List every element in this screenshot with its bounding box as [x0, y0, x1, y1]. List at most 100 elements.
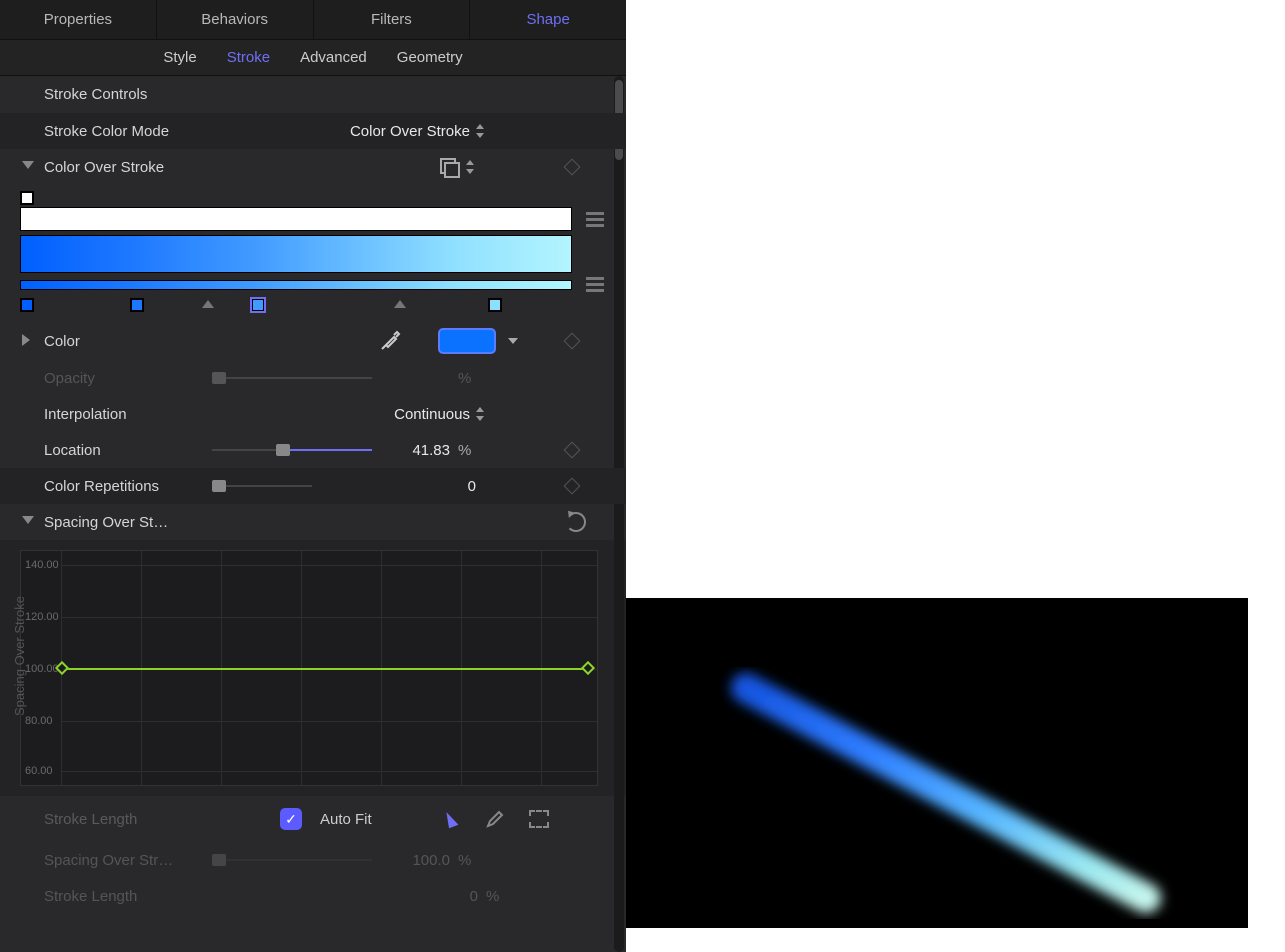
row-color: Color [0, 322, 626, 360]
label-stroke-color-mode: Stroke Color Mode [44, 123, 204, 140]
gradient-editor [0, 185, 626, 322]
color-stop-track[interactable] [20, 296, 570, 314]
color-stop[interactable] [20, 298, 34, 312]
keyframe-button[interactable] [564, 333, 581, 350]
label-spacing-over-str: Spacing Over Str… [44, 852, 204, 869]
pencil-tool[interactable] [482, 806, 508, 832]
label-auto-fit: Auto Fit [320, 811, 372, 828]
label-color-repetitions: Color Repetitions [44, 478, 204, 495]
inspector-content: Stroke Controls Stroke Color Mode Color … [0, 76, 626, 952]
row-spacing-over-stroke: Spacing Over St… [0, 504, 626, 540]
distribute-icon[interactable] [586, 212, 606, 227]
label-stroke-length: Stroke Length [44, 811, 204, 828]
updown-icon [476, 407, 486, 421]
opacity-stop[interactable] [20, 191, 34, 205]
tab-behaviors[interactable]: Behaviors [157, 0, 314, 39]
box-select-tool[interactable] [526, 806, 552, 832]
curve-line[interactable] [61, 668, 589, 670]
dropdown-value: Color Over Stroke [350, 123, 470, 140]
subtab-stroke[interactable]: Stroke [227, 49, 270, 66]
row-color-repetitions: Color Repetitions 0 [0, 468, 626, 504]
y-tick: 120.00 [25, 611, 59, 623]
disclosure-color-over-stroke[interactable] [22, 161, 34, 169]
label-color: Color [44, 333, 204, 350]
slider-color-repetitions[interactable] [212, 478, 312, 494]
row-stroke-color-mode: Stroke Color Mode Color Over Stroke [0, 113, 626, 149]
keyframe-button[interactable] [564, 159, 581, 176]
disclosure-color[interactable] [22, 334, 30, 346]
color-stop[interactable] [130, 298, 144, 312]
dropdown-value: Continuous [394, 406, 470, 423]
keyframe-button[interactable] [564, 442, 581, 459]
slider-spacing [212, 852, 372, 868]
label-color-over-stroke: Color Over Stroke [44, 159, 204, 176]
row-opacity: Opacity % [0, 360, 626, 396]
curve-keyframe[interactable] [581, 661, 595, 675]
shape-subtabs: Style Stroke Advanced Geometry [0, 40, 626, 76]
y-tick: 60.00 [25, 765, 53, 777]
tab-properties[interactable]: Properties [0, 0, 157, 39]
value-stroke-length: 0 [408, 888, 478, 905]
pointer-tool[interactable] [438, 806, 464, 832]
canvas-preview-area [626, 0, 1285, 952]
dropdown-interpolation[interactable]: Continuous [394, 406, 486, 423]
row-location: Location 41.83 % [0, 432, 626, 468]
unit-stroke-length: % [486, 888, 506, 905]
inspector-panel: Properties Behaviors Filters Shape Style… [0, 0, 626, 952]
curve-graph[interactable]: 140.00 120.00 100.00 80.00 60.00 [20, 550, 598, 786]
label-stroke-length: Stroke Length [44, 888, 204, 905]
label-location: Location [44, 442, 204, 459]
stroke-render [676, 658, 1216, 938]
mini-curve-editor[interactable]: 140.00 120.00 100.00 80.00 60.00 [0, 540, 626, 796]
row-interpolation: Interpolation Continuous [0, 396, 626, 432]
slider-thumb[interactable] [212, 480, 226, 492]
row-color-over-stroke: Color Over Stroke [0, 149, 626, 185]
tab-shape[interactable]: Shape [470, 0, 626, 39]
value-color-repetitions[interactable]: 0 [406, 478, 476, 495]
canvas [626, 598, 1248, 928]
color-stop[interactable] [488, 298, 502, 312]
updown-icon[interactable] [466, 160, 476, 174]
distribute-icon[interactable] [586, 277, 606, 292]
slider-location[interactable] [212, 442, 372, 458]
checkbox-auto-fit[interactable]: ✓ [280, 808, 302, 830]
dropdown-stroke-color-mode[interactable]: Color Over Stroke [350, 123, 486, 140]
tab-filters[interactable]: Filters [314, 0, 471, 39]
y-tick: 80.00 [25, 715, 53, 727]
label-opacity: Opacity [44, 370, 204, 387]
y-tick: 100.00 [25, 663, 59, 675]
subtab-style[interactable]: Style [163, 49, 196, 66]
label-spacing-over-stroke: Spacing Over St… [44, 514, 204, 531]
unit-opacity: % [458, 370, 478, 387]
updown-icon [476, 124, 486, 138]
y-tick: 140.00 [25, 559, 59, 571]
color-well[interactable] [438, 328, 496, 354]
color-stop-selected[interactable] [251, 298, 265, 312]
curve-editor-toolbar: Stroke Length ✓ Auto Fit [0, 796, 626, 842]
midpoint-marker[interactable] [394, 300, 406, 308]
inspector-tabs: Properties Behaviors Filters Shape [0, 0, 626, 40]
disclosure-spacing[interactable] [22, 516, 34, 524]
chevron-down-icon[interactable] [508, 338, 518, 344]
value-location[interactable]: 41.83 [380, 442, 450, 459]
reset-icon[interactable] [566, 512, 586, 532]
value-spacing: 100.0 [380, 852, 450, 869]
label-interpolation: Interpolation [44, 406, 204, 423]
row-stroke-length-value: Stroke Length 0 % [0, 878, 626, 914]
row-spacing-over-str-value: Spacing Over Str… 100.0 % [0, 842, 626, 878]
eyedropper-icon[interactable] [378, 329, 402, 353]
subtab-advanced[interactable]: Advanced [300, 49, 367, 66]
keyframe-button[interactable] [564, 478, 581, 495]
graph-y-axis-label: Spacing Over Stroke [12, 596, 27, 716]
slider-opacity [212, 370, 372, 386]
preset-icon[interactable] [440, 158, 458, 176]
opacity-bar[interactable] [20, 207, 572, 231]
slider-thumb[interactable] [276, 444, 290, 456]
unit-spacing: % [458, 852, 478, 869]
gradient-preview-bar [20, 280, 572, 290]
unit-location: % [458, 442, 478, 459]
section-stroke-controls: Stroke Controls [0, 76, 626, 113]
midpoint-marker[interactable] [202, 300, 214, 308]
subtab-geometry[interactable]: Geometry [397, 49, 463, 66]
gradient-bar[interactable] [20, 235, 572, 273]
